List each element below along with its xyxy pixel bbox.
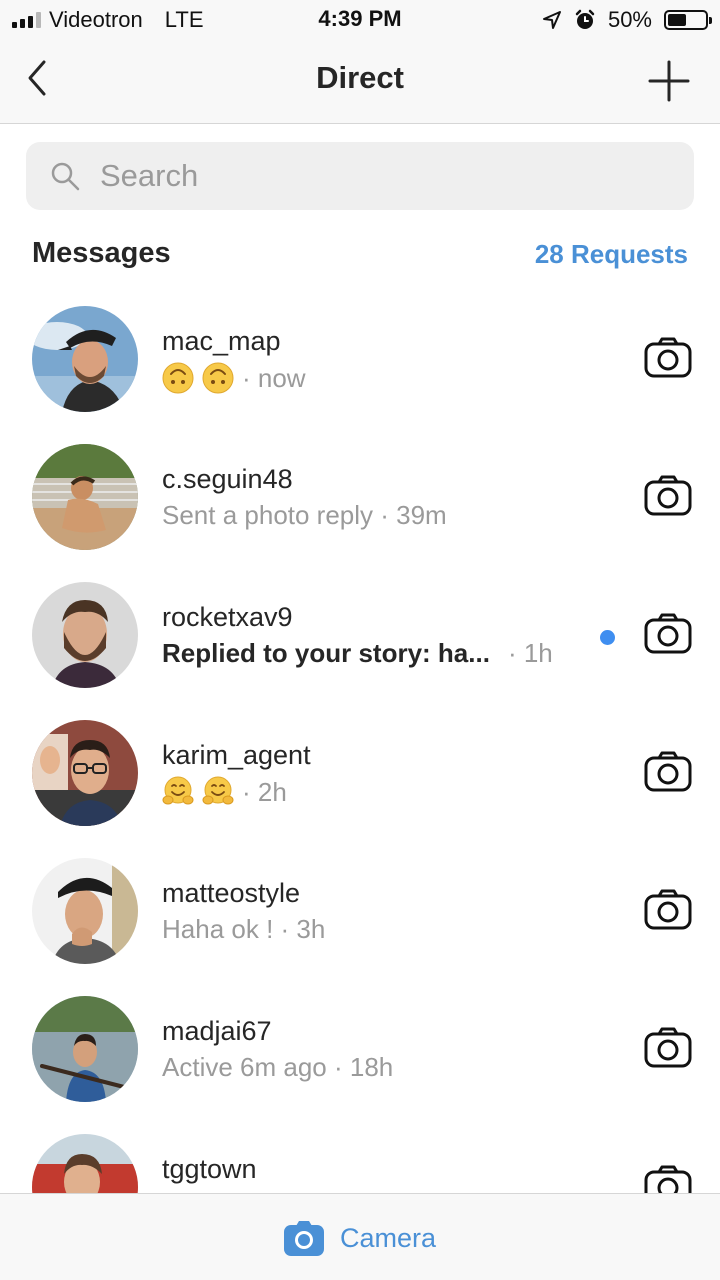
thread-preview: · now xyxy=(162,362,306,394)
message-list: mac_map · now c.seguin48 Sent a photo re… xyxy=(0,288,720,1193)
thread-row[interactable]: karim_agent · 2h xyxy=(0,702,720,840)
page-title: Direct xyxy=(316,60,404,95)
upside-down-face-icon xyxy=(162,362,194,394)
thread-row[interactable]: tggtown xyxy=(0,1116,720,1193)
camera-icon[interactable] xyxy=(644,612,692,654)
camera-icon[interactable] xyxy=(644,888,692,930)
thread-preview: Active 6m ago · 18h xyxy=(162,1052,393,1083)
thread-preview-text: Replied to your story: ha... xyxy=(162,638,490,668)
thread-preview-text: Sent a photo reply · 39m xyxy=(162,500,447,530)
camera-icon[interactable] xyxy=(644,474,692,516)
avatar[interactable] xyxy=(32,720,138,826)
thread-username: mac_map xyxy=(162,326,281,356)
battery-level xyxy=(668,14,686,26)
hugging-face-icon xyxy=(162,776,194,805)
avatar[interactable] xyxy=(32,1134,138,1193)
thread-row[interactable]: c.seguin48 Sent a photo reply · 39m xyxy=(0,426,720,564)
battery-percent: 50% xyxy=(607,7,652,32)
camera-label: Camera xyxy=(340,1222,437,1253)
thread-username: tggtown xyxy=(162,1154,257,1184)
status-bar: Videotron LTE 4:39 PM 50% xyxy=(0,0,720,40)
thread-preview-text: Active 6m ago · 18h xyxy=(162,1052,394,1082)
thread-username: karim_agent xyxy=(162,740,311,770)
search-bar[interactable] xyxy=(26,142,694,210)
thread-row[interactable]: matteostyle Haha ok ! · 3h xyxy=(0,840,720,978)
avatar[interactable] xyxy=(32,582,138,688)
thread-preview-text: Haha ok ! · 3h xyxy=(162,914,326,944)
thread-preview: Sent a photo reply · 39m xyxy=(162,500,447,531)
nav-bar: Direct xyxy=(0,40,720,124)
avatar[interactable] xyxy=(32,858,138,964)
alarm-icon xyxy=(575,9,595,29)
search-icon xyxy=(51,162,80,191)
thread-username: rocketxav9 xyxy=(162,602,293,632)
camera-icon[interactable] xyxy=(644,1164,692,1193)
camera-icon xyxy=(284,1221,324,1256)
thread-row[interactable]: rocketxav9 Replied to your story: ha... … xyxy=(0,564,720,702)
thread-time: · 2h xyxy=(242,776,287,807)
unread-dot xyxy=(600,630,615,645)
hugging-face-icon xyxy=(202,776,234,805)
thread-row[interactable]: mac_map · now xyxy=(0,288,720,426)
plus-icon[interactable] xyxy=(648,60,690,102)
location-arrow-icon xyxy=(542,11,561,29)
bottom-bar: Camera xyxy=(0,1193,720,1280)
search-input[interactable] xyxy=(100,158,640,194)
battery-icon xyxy=(664,10,712,30)
avatar[interactable] xyxy=(32,306,138,412)
avatar[interactable] xyxy=(32,444,138,550)
upside-down-face-icon xyxy=(202,362,234,394)
thread-username: c.seguin48 xyxy=(162,464,293,494)
thread-preview: · 2h xyxy=(162,776,287,808)
thread-time: · now xyxy=(242,362,306,393)
camera-icon[interactable] xyxy=(644,1026,692,1068)
thread-row[interactable]: madjai67 Active 6m ago · 18h xyxy=(0,978,720,1116)
requests-link[interactable]: 28 Requests xyxy=(535,239,688,270)
thread-preview: Haha ok ! · 3h xyxy=(162,914,325,945)
avatar[interactable] xyxy=(32,996,138,1102)
camera-icon[interactable] xyxy=(644,750,692,792)
thread-username: madjai67 xyxy=(162,1016,272,1046)
thread-username: matteostyle xyxy=(162,878,301,908)
thread-time: · 1h xyxy=(507,638,553,668)
section-title: Messages xyxy=(32,237,171,269)
camera-button[interactable]: Camera xyxy=(284,1216,436,1260)
thread-preview: Replied to your story: ha... · 1h xyxy=(162,638,553,669)
status-right: 50% xyxy=(542,6,712,34)
camera-icon[interactable] xyxy=(644,336,692,378)
